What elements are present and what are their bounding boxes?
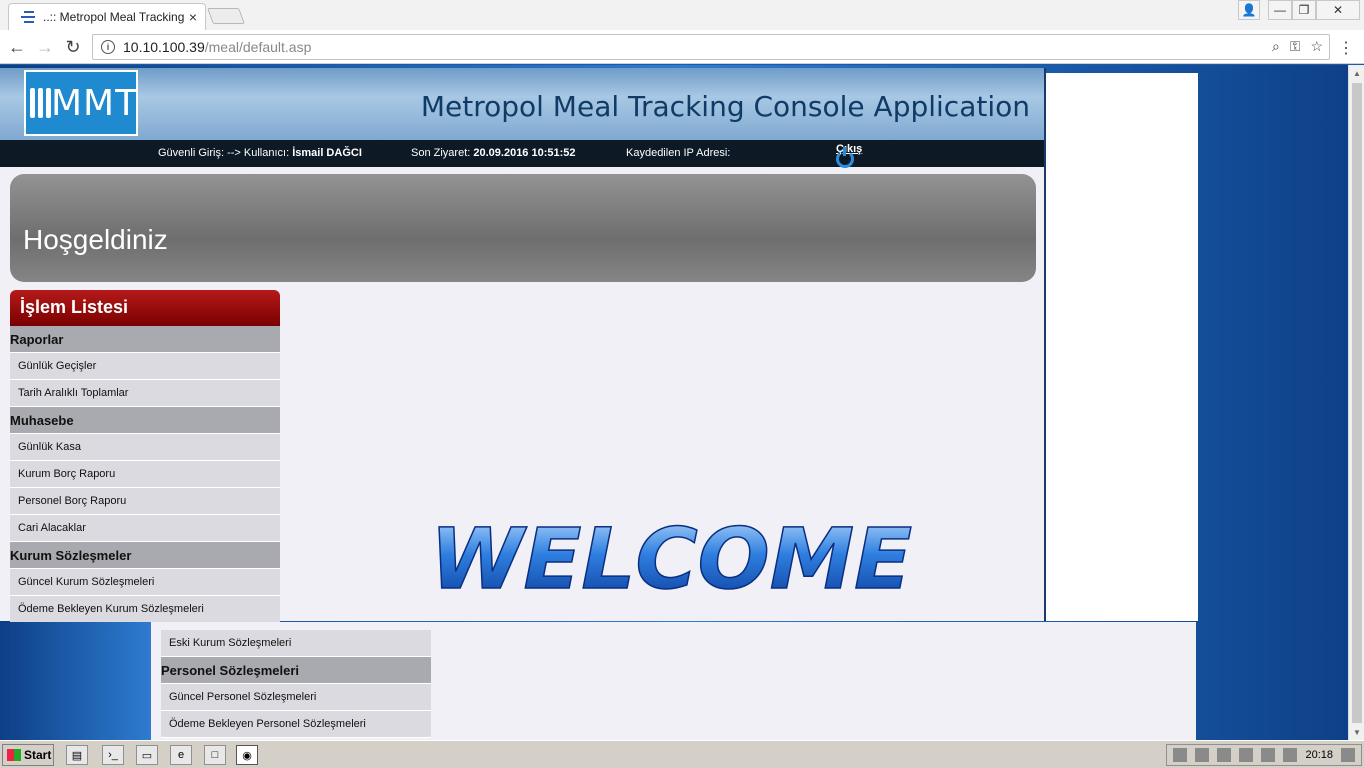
last-visit-value: 20.09.2016 10:51:52	[473, 147, 576, 159]
menu-item-guncel-personel-sozlesmeleri[interactable]: Güncel Personel Sözleşmeleri	[161, 684, 431, 711]
section-raporlar: Raporlar	[10, 326, 280, 353]
desktop-background	[0, 622, 151, 740]
key-icon[interactable]: ⚿	[1290, 38, 1301, 55]
welcome-graphic-text: WELCOME	[430, 516, 912, 596]
show-desktop-icon[interactable]	[1341, 748, 1355, 762]
secure-login-info: Güvenli Giriş: --> Kullanıcı: İsmail DAĞ…	[158, 147, 362, 159]
back-button[interactable]: ←	[6, 36, 28, 58]
scroll-down-icon[interactable]: ▼	[1349, 724, 1364, 740]
taskbar-clock: 20:18	[1305, 749, 1333, 761]
section-personel-sozlesmeleri: Personel Sözleşmeleri	[161, 657, 431, 684]
new-tab-button[interactable]	[207, 8, 245, 24]
user-profile-icon[interactable]: 👤	[1238, 0, 1260, 20]
reload-button[interactable]: ↻	[62, 36, 84, 58]
menu-item-odeme-bekleyen-personel[interactable]: Ödeme Bekleyen Personel Sözleşmeleri	[161, 711, 431, 738]
site-favicon-icon	[21, 11, 37, 23]
tray-security-icon[interactable]	[1195, 748, 1210, 762]
zoom-icon[interactable]: ⌕	[1272, 38, 1280, 55]
logout-link[interactable]: Çıkış	[836, 143, 862, 168]
bookmark-star-icon[interactable]: ☆	[1310, 38, 1323, 55]
tray-v-icon[interactable]	[1239, 748, 1254, 762]
logo-text: MMT	[51, 82, 139, 124]
window-icon[interactable]: □	[204, 745, 226, 765]
internet-explorer-icon[interactable]: e	[170, 745, 192, 765]
start-button[interactable]: Start	[2, 744, 54, 766]
address-bar[interactable]: i 10.10.100.39/meal/default.asp ⌕ ⚿ ☆	[92, 34, 1330, 60]
browser-menu-icon[interactable]: ⋮	[1338, 38, 1354, 58]
minimize-button[interactable]: —	[1268, 0, 1292, 20]
windows-flag-icon	[7, 749, 21, 761]
operation-list-continuation: Eski Kurum Sözleşmeleri Personel Sözleşm…	[161, 630, 431, 738]
tray-clipboard-icon[interactable]	[1217, 748, 1232, 762]
powershell-icon[interactable]: ›_	[102, 745, 124, 765]
scroll-up-icon[interactable]: ▲	[1349, 65, 1364, 81]
operation-list-title: İşlem Listesi	[10, 290, 280, 326]
last-visit-info: Son Ziyaret: 20.09.2016 10:51:52	[411, 147, 576, 159]
section-muhasebe: Muhasebe	[10, 407, 280, 434]
forward-button[interactable]: →	[34, 36, 56, 58]
page-viewport: MMT Metropol Meal Tracking Console Appli…	[0, 65, 1364, 740]
chrome-icon[interactable]: ◉	[236, 745, 258, 765]
page-container: MMT Metropol Meal Tracking Console Appli…	[0, 68, 1046, 623]
menu-item-cari-alacaklar[interactable]: Cari Alacaklar	[10, 515, 280, 542]
browser-tab[interactable]: ..:: Metropol Meal Tracking ×	[8, 3, 206, 30]
url-path: /meal/default.asp	[204, 39, 312, 55]
browser-tabstrip: ..:: Metropol Meal Tracking × 👤 — ❐ ✕	[0, 0, 1364, 30]
app-title: Metropol Meal Tracking Console Applicati…	[420, 90, 1030, 123]
user-info-bar: Güvenli Giriş: --> Kullanıcı: İsmail DAĞ…	[0, 140, 1044, 168]
menu-item-gunluk-kasa[interactable]: Günlük Kasa	[10, 434, 280, 461]
app-header: MMT Metropol Meal Tracking Console Appli…	[0, 68, 1044, 140]
taskbar: Start ▤ ›_ ▭ e □ ◉ 20:18	[0, 740, 1364, 768]
ip-label: Kaydedilen IP Adresi:	[626, 147, 731, 159]
menu-item-personel-borc-raporu[interactable]: Personel Borç Raporu	[10, 488, 280, 515]
menu-item-tarih-aralikli-toplamlar[interactable]: Tarih Aralıklı Toplamlar	[10, 380, 280, 407]
menu-item-eski-kurum-sozlesmeleri[interactable]: Eski Kurum Sözleşmeleri	[161, 630, 431, 657]
secure-login-label: Güvenli Giriş: --> Kullanıcı:	[158, 147, 290, 159]
tray-volume-icon[interactable]	[1283, 748, 1298, 762]
user-name: İsmail DAĞCI	[292, 147, 362, 159]
menu-item-guncel-kurum-sozlesmeleri[interactable]: Güncel Kurum Sözleşmeleri	[10, 569, 280, 596]
menu-item-odeme-bekleyen-kurum[interactable]: Ödeme Bekleyen Kurum Sözleşmeleri	[10, 596, 280, 623]
tray-network-icon[interactable]	[1261, 748, 1276, 762]
app-logo: MMT	[24, 70, 138, 136]
close-window-button[interactable]: ✕	[1316, 0, 1360, 20]
url-host: 10.10.100.39	[123, 39, 205, 55]
cutlery-icon	[30, 78, 51, 128]
welcome-banner-text: Hoşgeldiniz	[23, 224, 168, 255]
start-label: Start	[24, 748, 52, 762]
browser-toolbar: ← → ↻ i 10.10.100.39/meal/default.asp ⌕ …	[0, 30, 1364, 64]
page-continuation: Eski Kurum Sözleşmeleri Personel Sözleşm…	[151, 622, 1196, 740]
page-scrollbar[interactable]: ▲ ▼	[1348, 65, 1364, 740]
menu-item-gunluk-gecisler[interactable]: Günlük Geçişler	[10, 353, 280, 380]
server-manager-icon[interactable]: ▤	[66, 745, 88, 765]
welcome-banner: Hoşgeldiniz	[10, 174, 1036, 282]
welcome-graphic: WELCOME	[429, 516, 913, 596]
right-blank-panel	[1046, 73, 1198, 621]
section-kurum-sozlesmeler: Kurum Sözleşmeler	[10, 542, 280, 569]
power-icon	[836, 147, 854, 168]
restore-button[interactable]: ❐	[1292, 0, 1316, 20]
last-visit-label: Son Ziyaret:	[411, 147, 471, 159]
menu-item-kurum-borc-raporu[interactable]: Kurum Borç Raporu	[10, 461, 280, 488]
tray-app-icon[interactable]	[1173, 748, 1188, 762]
tab-title: ..:: Metropol Meal Tracking	[43, 10, 185, 24]
explorer-folder-icon[interactable]: ▭	[136, 745, 158, 765]
scroll-thumb[interactable]	[1352, 83, 1362, 723]
tab-close-icon[interactable]: ×	[189, 9, 197, 25]
site-info-icon[interactable]: i	[101, 40, 115, 54]
system-tray: 20:18	[1166, 744, 1362, 766]
operation-list-panel: İşlem Listesi Raporlar Günlük Geçişler T…	[10, 290, 280, 623]
